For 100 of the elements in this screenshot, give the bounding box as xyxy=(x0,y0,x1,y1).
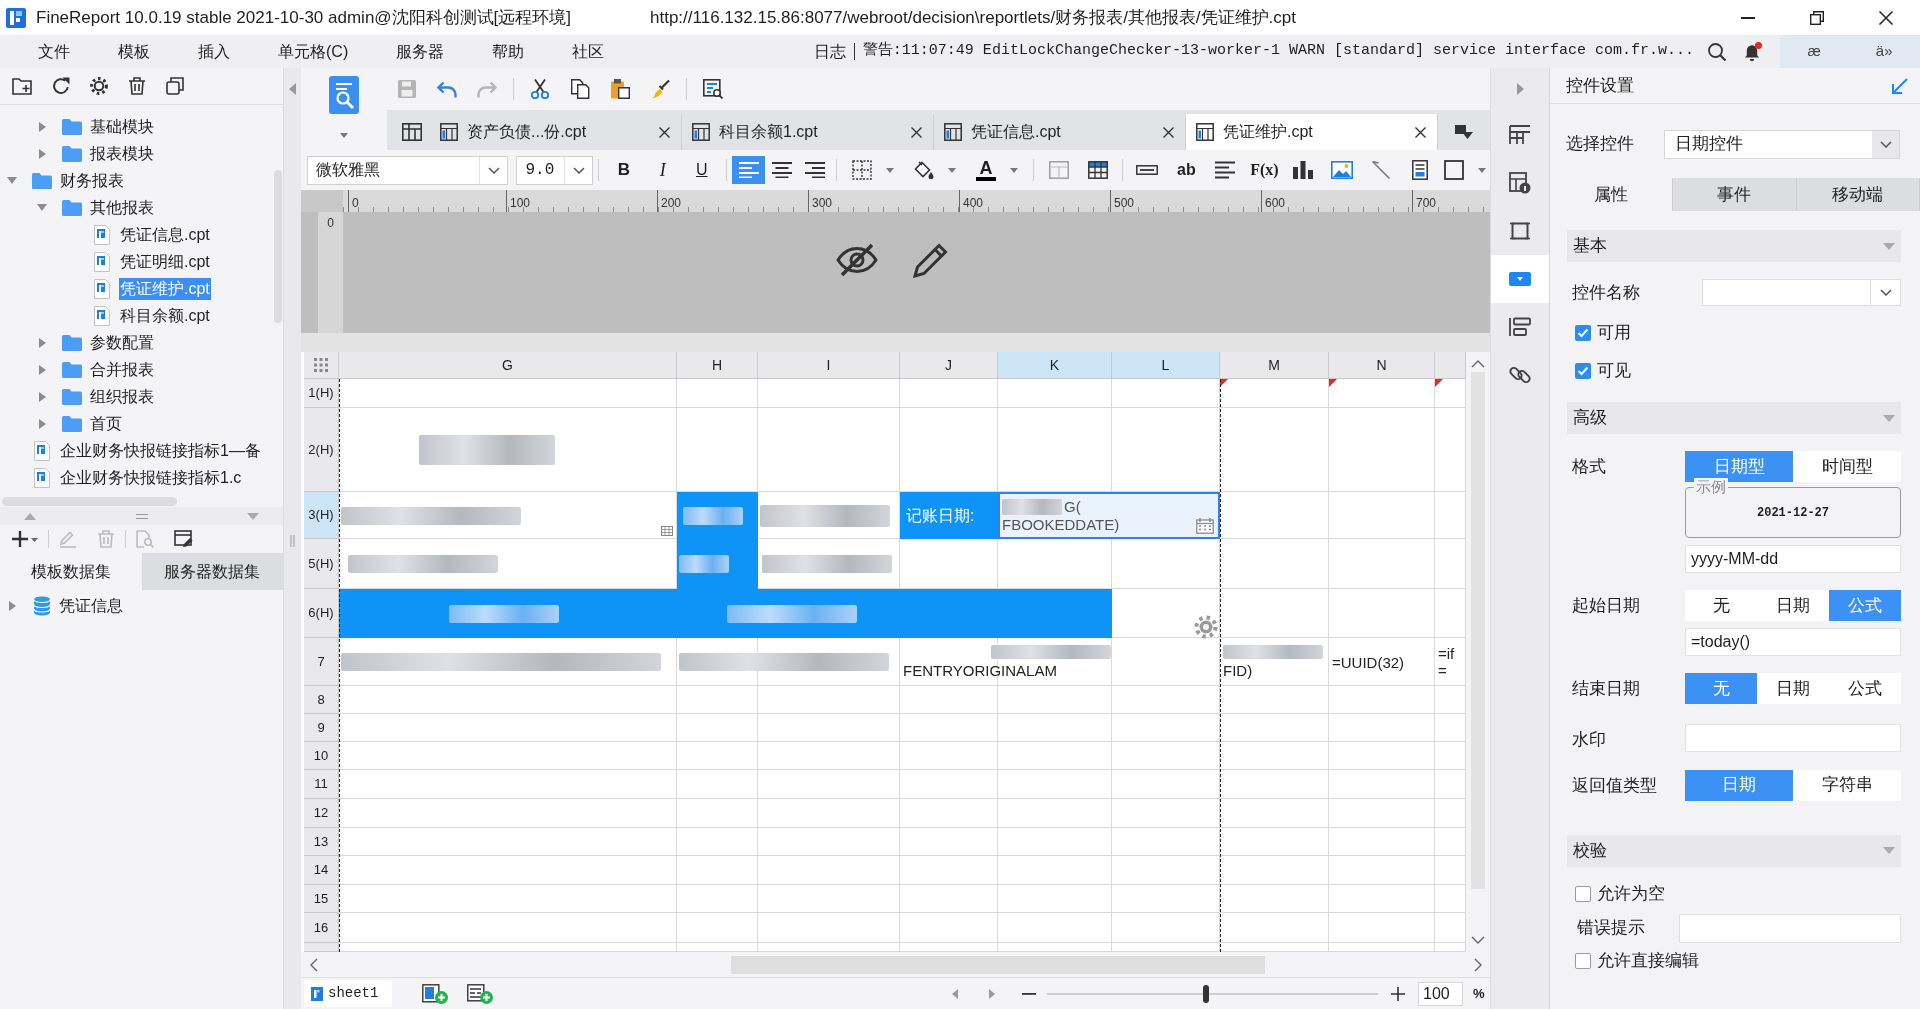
tray-text[interactable]: æ xyxy=(1807,40,1821,63)
tree-item[interactable]: 首页 xyxy=(89,412,123,435)
search-icon[interactable] xyxy=(1708,42,1726,61)
segment-option[interactable]: 日期 xyxy=(1757,590,1829,621)
column-header[interactable]: K xyxy=(998,352,1112,379)
tree-item[interactable]: 基础模块 xyxy=(89,115,155,138)
add-dashboard-sheet-icon[interactable] xyxy=(467,983,493,1004)
row-header[interactable]: 9 xyxy=(304,714,339,742)
caret-right-icon[interactable] xyxy=(1516,83,1524,95)
row-header[interactable]: 16 xyxy=(304,913,339,943)
menu-item[interactable]: 单元格(C) xyxy=(254,39,373,64)
brush-icon[interactable] xyxy=(650,79,670,99)
select-all-button[interactable] xyxy=(304,352,339,379)
column-header[interactable]: L xyxy=(1112,352,1220,379)
name-field[interactable] xyxy=(1702,279,1901,306)
row-header[interactable]: 7 xyxy=(304,638,339,686)
tree-item[interactable]: 其他报表 xyxy=(89,196,155,219)
column-header[interactable]: J xyxy=(900,352,998,379)
scrollbar-thumb[interactable] xyxy=(2,496,177,506)
checkbox[interactable] xyxy=(1575,325,1591,341)
zoom-in-icon[interactable] xyxy=(1391,986,1405,1001)
font-select[interactable]: 微软雅黑 xyxy=(307,155,509,185)
trash-icon[interactable] xyxy=(128,77,146,95)
refresh-icon[interactable] xyxy=(52,77,70,95)
menu-item[interactable]: 文件 xyxy=(14,39,94,64)
eye-slash-icon[interactable] xyxy=(836,243,878,277)
clipboard-icon[interactable] xyxy=(610,79,630,99)
close-icon[interactable] xyxy=(1163,126,1174,138)
tab[interactable]: 事件 xyxy=(1673,178,1797,211)
caret-right-icon[interactable] xyxy=(38,418,46,429)
zoom-field[interactable]: 100 xyxy=(1418,981,1463,1006)
section-header[interactable]: 校验 xyxy=(1567,834,1901,867)
caret-right-icon[interactable] xyxy=(38,337,46,348)
caret-right-icon[interactable] xyxy=(8,600,16,611)
menu-item[interactable]: 插入 xyxy=(174,39,254,64)
tree-item[interactable]: 参数配置 xyxy=(89,331,155,354)
row-header[interactable]: 2(H) xyxy=(304,408,339,492)
font-color-button[interactable]: A xyxy=(966,156,1029,184)
bell-icon[interactable] xyxy=(1744,41,1762,62)
row-header[interactable]: 15 xyxy=(304,885,339,913)
menu-item[interactable]: 模板 xyxy=(94,39,174,64)
row-header[interactable]: 3(H) xyxy=(304,492,339,539)
scrollbar-thumb[interactable] xyxy=(731,955,1265,974)
caret-down-icon[interactable] xyxy=(37,204,47,211)
plus-icon[interactable] xyxy=(12,530,38,548)
caret-left-icon[interactable] xyxy=(289,83,296,95)
caret-right-icon[interactable] xyxy=(38,148,46,159)
grip-lines-icon[interactable] xyxy=(135,513,148,519)
report-search-icon[interactable] xyxy=(329,76,359,114)
text-field[interactable]: =today() xyxy=(1685,628,1901,656)
sheet-tab[interactable]: sheet1 xyxy=(304,980,392,1007)
italic-button[interactable]: I xyxy=(643,156,683,184)
square-caret-icon[interactable] xyxy=(1455,125,1473,139)
close-icon[interactable] xyxy=(659,126,670,138)
calendar-icon[interactable] xyxy=(1196,518,1214,534)
add-report-sheet-icon[interactable] xyxy=(422,983,448,1004)
row-header[interactable]: 12 xyxy=(304,799,339,828)
triangle-left-icon[interactable] xyxy=(952,988,958,999)
checkbox[interactable] xyxy=(1575,885,1591,902)
caret-down-icon[interactable] xyxy=(340,133,348,138)
column-header[interactable]: I xyxy=(758,352,900,379)
row-header[interactable]: 13 xyxy=(304,828,339,856)
section-header[interactable]: 基本 xyxy=(1567,230,1901,262)
column-header[interactable]: N xyxy=(1329,352,1435,379)
row-header[interactable]: 1(H) xyxy=(304,379,339,408)
font-size-select[interactable]: 9.0 xyxy=(516,155,594,185)
copy-icon[interactable] xyxy=(570,79,590,99)
slider-thumb[interactable] xyxy=(1202,984,1209,1003)
tree-item[interactable]: 组织报表 xyxy=(89,385,155,408)
zoom-out-icon[interactable] xyxy=(1022,992,1036,995)
tree-item[interactable]: 凭证明细.cpt xyxy=(119,250,211,273)
checkbox[interactable] xyxy=(1575,363,1591,379)
scrollbar-thumb[interactable] xyxy=(273,170,282,323)
bold-button[interactable]: B xyxy=(604,156,644,184)
new-folder-icon[interactable] xyxy=(12,77,32,95)
menu-item[interactable]: 帮助 xyxy=(468,39,549,64)
print-preview-icon[interactable] xyxy=(703,79,723,99)
copy-icon[interactable] xyxy=(166,77,184,95)
tree-item[interactable]: 凭证信息.cpt xyxy=(119,223,211,246)
tab[interactable]: 服务器数据集 xyxy=(141,553,283,590)
tray-text[interactable]: ä» xyxy=(1875,40,1893,63)
chevron-down-icon[interactable] xyxy=(1471,936,1485,944)
chevron-right-icon[interactable] xyxy=(1474,957,1482,972)
checkbox[interactable] xyxy=(1575,952,1591,969)
row-header[interactable]: 11 xyxy=(304,770,339,799)
tree-item[interactable]: 科目余额.cpt xyxy=(119,304,211,327)
segment-option[interactable]: 时间型 xyxy=(1793,451,1901,482)
scissors-icon[interactable] xyxy=(531,79,549,99)
side-tool-button[interactable] xyxy=(1491,255,1549,303)
caret-right-icon[interactable] xyxy=(38,121,46,132)
caret-down-icon[interactable] xyxy=(247,512,259,520)
date-cell[interactable]: G( FBOOKEDDATE) xyxy=(998,492,1220,539)
log-button[interactable]: 日志 xyxy=(813,39,846,64)
gear-icon[interactable] xyxy=(90,77,108,95)
chevron-up-icon[interactable] xyxy=(1471,360,1485,368)
row-header[interactable]: 6(H) xyxy=(304,589,339,638)
caret-down-icon[interactable] xyxy=(7,177,17,184)
tree-item[interactable]: 企业财务快报链接指标1.c xyxy=(59,466,243,489)
menu-item[interactable]: 服务器 xyxy=(372,39,469,64)
column-header[interactable]: M xyxy=(1220,352,1329,379)
